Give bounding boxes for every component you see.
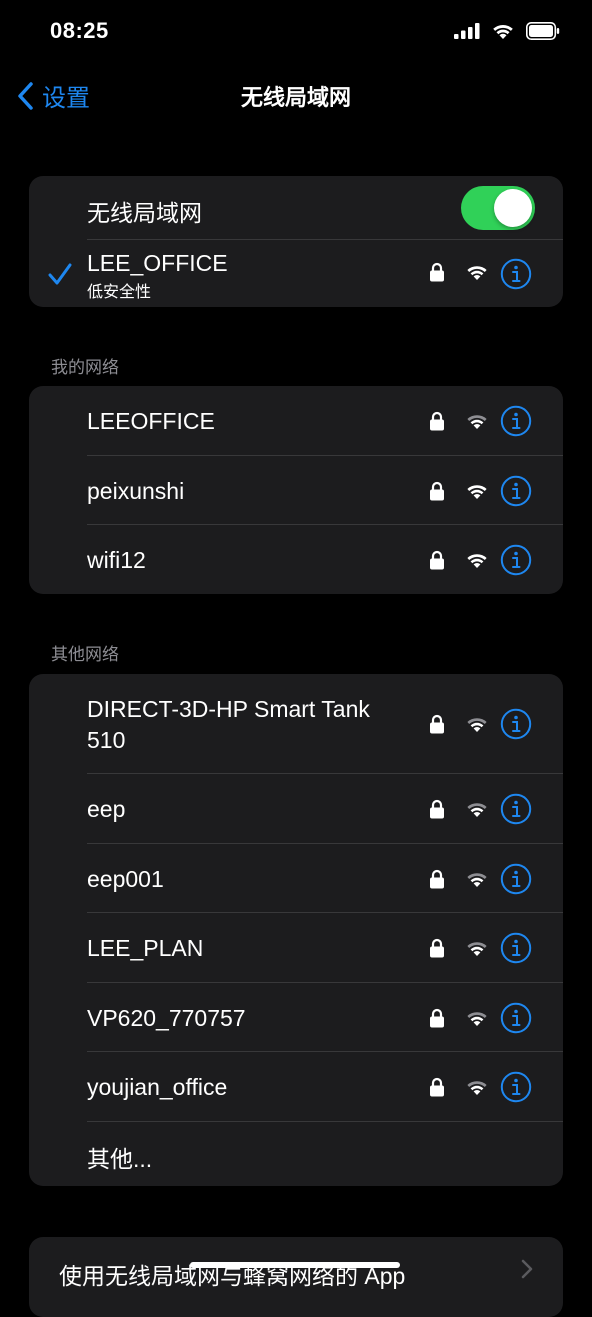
network-row[interactable]: LEE_PLAN xyxy=(29,913,563,983)
wifi-signal-icon xyxy=(467,1081,487,1095)
info-icon[interactable] xyxy=(500,544,532,576)
wifi-signal-icon xyxy=(467,415,487,429)
app-network-access-group: 使用无线局域网与蜂窝网络的 App xyxy=(29,1237,563,1317)
status-icons xyxy=(454,22,560,40)
lock-icon xyxy=(430,799,444,819)
lock-icon xyxy=(430,869,444,889)
network-name: VP620_770757 xyxy=(87,1005,246,1031)
network-name: DIRECT-3D-HP Smart Tank 510 xyxy=(87,696,370,753)
page-title: 无线局域网 xyxy=(240,85,351,110)
network-row[interactable]: peixunshi xyxy=(29,456,563,525)
lock-icon xyxy=(430,1008,444,1028)
info-icon[interactable] xyxy=(500,475,532,507)
info-icon[interactable] xyxy=(500,932,532,964)
info-icon[interactable] xyxy=(500,405,532,437)
wifi-signal-icon xyxy=(467,942,487,956)
wifi-toggle-label: 无线局域网 xyxy=(87,200,202,226)
info-icon[interactable] xyxy=(500,708,532,740)
network-name: wifi12 xyxy=(87,547,146,573)
home-indicator xyxy=(190,1262,400,1268)
wifi-toggle-row: 无线局域网 xyxy=(29,176,563,240)
network-row[interactable]: eep001 xyxy=(29,844,563,913)
wifi-signal-icon xyxy=(467,803,487,817)
network-name: LEEOFFICE xyxy=(87,408,215,434)
cellular-signal-icon xyxy=(454,23,480,39)
network-row[interactable]: youjian_office xyxy=(29,1052,563,1122)
info-icon[interactable] xyxy=(500,1071,532,1103)
lock-icon xyxy=(430,262,444,282)
app-network-access-row[interactable]: 使用无线局域网与蜂窝网络的 App xyxy=(29,1237,563,1317)
wifi-signal-icon xyxy=(467,266,487,280)
info-icon[interactable] xyxy=(500,793,532,825)
info-icon[interactable] xyxy=(500,258,532,290)
connected-network-subtitle: 低安全性 xyxy=(87,284,152,301)
info-icon[interactable] xyxy=(500,863,532,895)
network-name: eep001 xyxy=(87,866,164,892)
connected-network-name: LEE_OFFICE xyxy=(87,250,228,276)
lock-icon xyxy=(430,938,444,958)
network-name: eep xyxy=(87,796,126,822)
lock-icon xyxy=(430,714,444,734)
network-name: youjian_office xyxy=(87,1074,228,1100)
network-name: LEE_PLAN xyxy=(87,935,204,961)
wifi-signal-icon xyxy=(467,873,487,887)
wifi-toggle-group: 无线局域网 LEE_OFFICE 低安全性 xyxy=(29,176,563,307)
lock-icon xyxy=(430,1077,444,1097)
other-networks-header: 其他网络 xyxy=(51,645,119,664)
toggle-knob xyxy=(494,189,532,227)
other-network-row[interactable]: 其他... xyxy=(29,1122,563,1186)
info-icon[interactable] xyxy=(500,1002,532,1034)
battery-icon xyxy=(526,22,560,40)
wifi-signal-icon xyxy=(467,554,487,568)
my-networks-header: 我的网络 xyxy=(51,358,119,377)
lock-icon xyxy=(430,411,444,431)
lock-icon xyxy=(430,481,444,501)
wifi-signal-icon xyxy=(467,485,487,499)
connected-network-row[interactable]: LEE_OFFICE 低安全性 xyxy=(29,240,563,307)
wifi-signal-icon xyxy=(467,1012,487,1026)
network-row[interactable]: LEEOFFICE xyxy=(29,386,563,456)
wifi-toggle-switch[interactable] xyxy=(461,186,535,230)
other-networks-group: DIRECT-3D-HP Smart Tank 510 eep eep001 L… xyxy=(29,674,563,1186)
network-name: peixunshi xyxy=(87,478,185,504)
lock-icon xyxy=(430,550,444,570)
network-row[interactable]: wifi12 xyxy=(29,525,563,594)
wifi-status-icon xyxy=(493,24,513,39)
network-row[interactable]: VP620_770757 xyxy=(29,983,563,1052)
other-network-label: 其他... xyxy=(87,1146,153,1172)
network-row[interactable]: DIRECT-3D-HP Smart Tank 510 xyxy=(29,674,563,774)
my-networks-group: LEEOFFICE peixunshi wifi12 xyxy=(29,386,563,594)
checkmark-icon xyxy=(48,263,72,285)
network-row[interactable]: eep xyxy=(29,774,563,844)
wifi-signal-icon xyxy=(467,718,487,732)
chevron-right-icon xyxy=(521,1259,533,1279)
status-time: 08:25 xyxy=(50,18,109,43)
